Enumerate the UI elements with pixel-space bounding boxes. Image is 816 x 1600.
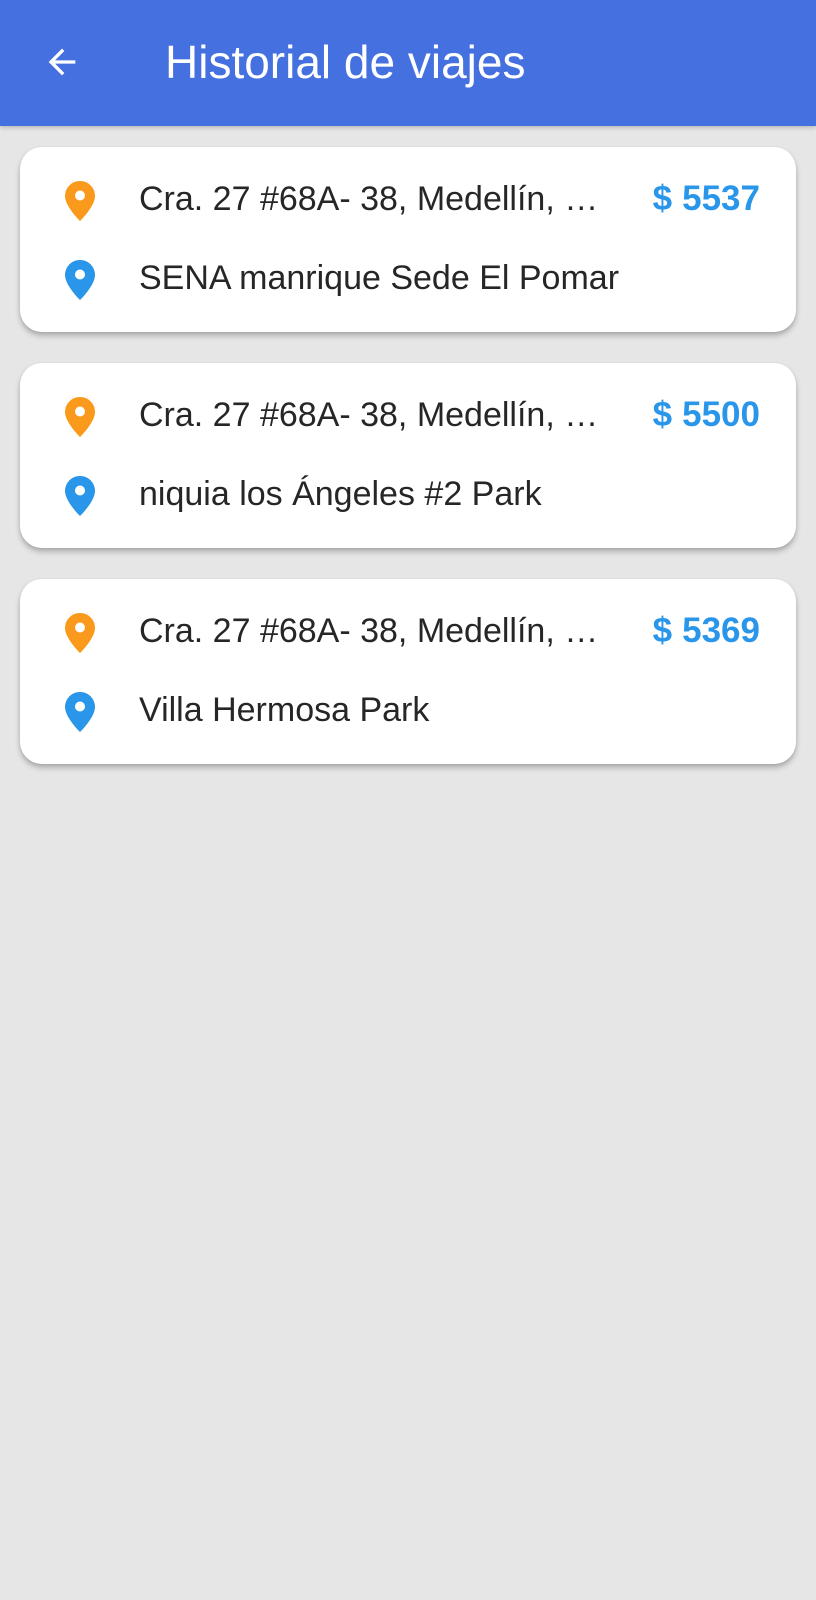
trip-price: $5537 bbox=[653, 179, 760, 219]
page-title: Historial de viajes bbox=[165, 36, 526, 88]
destination-location-pin-icon bbox=[65, 692, 95, 732]
trip-price: $5369 bbox=[653, 611, 760, 651]
app-bar: Historial de viajes bbox=[0, 0, 816, 126]
trip-card[interactable]: Cra. 27 #68A- 38, Medellín, … $5369 Vill… bbox=[20, 579, 796, 764]
trip-card[interactable]: Cra. 27 #68A- 38, Medellín, … $5537 SENA… bbox=[20, 147, 796, 332]
trip-origin: Cra. 27 #68A- 38, Medellín, … bbox=[139, 180, 599, 218]
origin-location-pin-icon bbox=[65, 181, 95, 221]
trip-destination: SENA manrique Sede El Pomar bbox=[139, 259, 620, 297]
trip-destination: Villa Hermosa Park bbox=[139, 691, 430, 729]
trip-list: Cra. 27 #68A- 38, Medellín, … $5537 SENA… bbox=[20, 147, 796, 795]
origin-location-pin-icon bbox=[65, 613, 95, 653]
trip-destination: niquia los Ángeles #2 Park bbox=[139, 475, 542, 513]
destination-location-pin-icon bbox=[65, 476, 95, 516]
origin-location-pin-icon bbox=[65, 397, 95, 437]
trip-origin: Cra. 27 #68A- 38, Medellín, … bbox=[139, 612, 599, 650]
price-currency-symbol: $ bbox=[652, 611, 673, 650]
back-button[interactable] bbox=[30, 30, 94, 94]
trip-origin: Cra. 27 #68A- 38, Medellín, … bbox=[139, 396, 599, 434]
price-value: 5537 bbox=[682, 179, 760, 218]
trip-card[interactable]: Cra. 27 #68A- 38, Medellín, … $5500 niqu… bbox=[20, 363, 796, 548]
price-currency-symbol: $ bbox=[652, 395, 673, 434]
arrow-back-icon bbox=[48, 48, 76, 76]
destination-location-pin-icon bbox=[65, 260, 95, 300]
price-value: 5500 bbox=[682, 395, 760, 434]
price-currency-symbol: $ bbox=[652, 179, 673, 218]
trip-price: $5500 bbox=[653, 395, 760, 435]
price-value: 5369 bbox=[682, 611, 760, 650]
